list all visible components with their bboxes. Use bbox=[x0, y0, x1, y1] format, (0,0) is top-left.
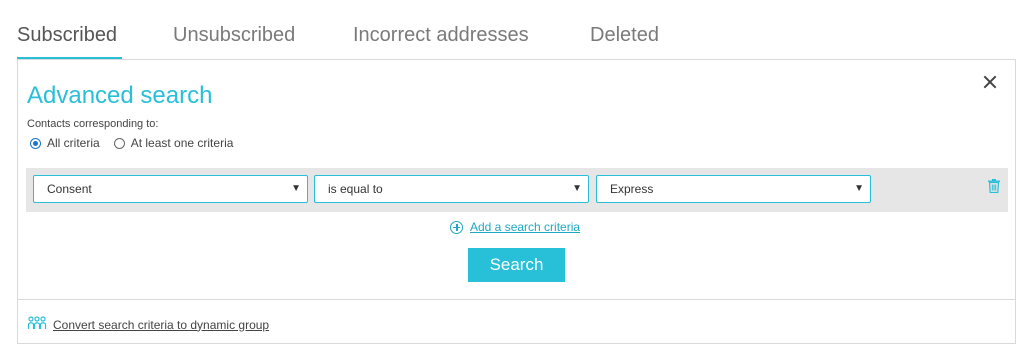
search-button[interactable]: Search bbox=[468, 248, 565, 282]
caret-down-icon: ▼ bbox=[291, 183, 301, 194]
plus-circle-icon bbox=[450, 220, 463, 234]
add-search-criteria-label: Add a search criteria bbox=[470, 220, 581, 234]
criteria-operator-value: is equal to bbox=[328, 182, 383, 196]
contacts-corresponding-label: Contacts corresponding to: bbox=[27, 118, 159, 130]
radio-at-least-one[interactable]: At least one criteria bbox=[113, 136, 234, 150]
tab-unsubscribed[interactable]: Unsubscribed bbox=[173, 24, 295, 47]
radio-all-criteria[interactable]: All criteria bbox=[30, 136, 100, 150]
tab-incorrect-addresses[interactable]: Incorrect addresses bbox=[353, 24, 529, 47]
radio-unchecked-icon[interactable] bbox=[113, 137, 125, 149]
tab-subscribed[interactable]: Subscribed bbox=[17, 24, 117, 47]
match-mode-radio-group: All criteria At least one criteria bbox=[30, 136, 247, 150]
caret-down-icon: ▼ bbox=[572, 183, 582, 194]
criteria-row: Consent ▼ is equal to ▼ Express ▼ bbox=[26, 168, 1008, 212]
radio-at-least-one-label: At least one criteria bbox=[130, 136, 234, 150]
panel-title: Advanced search bbox=[27, 82, 213, 109]
criteria-value-value: Express bbox=[610, 182, 654, 196]
advanced-search-panel: Advanced search Contacts corresponding t… bbox=[17, 59, 1016, 344]
criteria-field-select[interactable]: Consent ▼ bbox=[33, 175, 308, 203]
close-icon[interactable] bbox=[979, 72, 1001, 94]
radio-checked-icon[interactable] bbox=[30, 137, 41, 149]
tab-deleted[interactable]: Deleted bbox=[590, 24, 659, 47]
panel-footer: Convert search criteria to dynamic group bbox=[18, 299, 1015, 344]
trash-icon[interactable] bbox=[988, 179, 1000, 198]
group-icon bbox=[27, 316, 47, 333]
radio-all-criteria-label: All criteria bbox=[47, 136, 100, 150]
caret-down-icon: ▼ bbox=[854, 183, 864, 194]
criteria-operator-select[interactable]: is equal to ▼ bbox=[314, 175, 589, 203]
convert-to-dynamic-group-link[interactable]: Convert search criteria to dynamic group bbox=[27, 316, 269, 333]
tab-bar: Subscribed Unsubscribed Incorrect addres… bbox=[17, 22, 1017, 60]
criteria-value-select[interactable]: Express ▼ bbox=[596, 175, 871, 203]
add-search-criteria-link[interactable]: Add a search criteria bbox=[450, 220, 580, 234]
convert-link-label: Convert search criteria to dynamic group bbox=[53, 317, 270, 332]
criteria-field-value: Consent bbox=[47, 182, 92, 196]
